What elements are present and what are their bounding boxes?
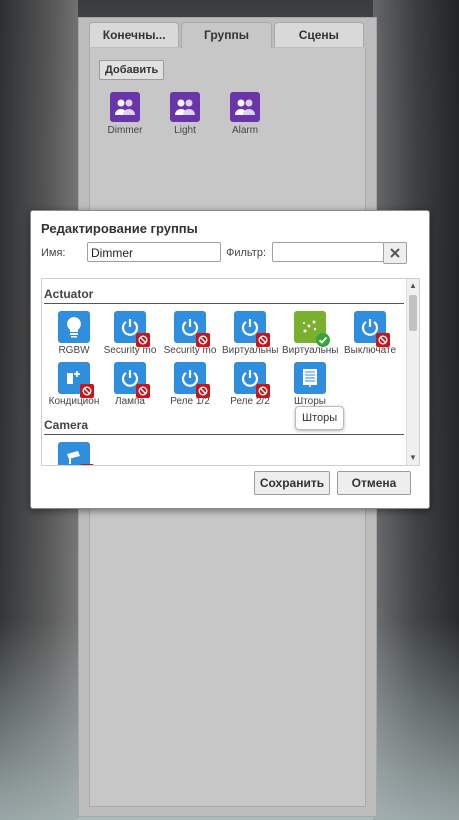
power-icon (354, 311, 390, 347)
blocked-icon (136, 384, 150, 398)
device-item-security-2[interactable]: Security mo (162, 311, 218, 356)
group-users-icon (110, 92, 140, 122)
add-group-button[interactable]: Добавить (99, 60, 165, 80)
power-icon (234, 362, 270, 398)
section-divider (44, 434, 404, 435)
tab-bar: Конечны... Группы Сцены (89, 22, 366, 49)
blocked-icon (80, 464, 94, 465)
group-label: Dimmer (107, 125, 143, 136)
device-label: Security mo (103, 345, 157, 356)
device-list[interactable]: Actuator RGBW Security mo Security mo Ви… (41, 278, 420, 466)
scroll-down-icon[interactable]: ▼ (409, 454, 417, 462)
sparkle-icon (294, 311, 330, 347)
section-divider (44, 303, 404, 304)
device-label: Выключате (343, 345, 397, 356)
camera-icon (58, 442, 94, 465)
section-title-camera: Camera (44, 418, 89, 432)
power-icon (174, 362, 210, 398)
scrollbar-thumb[interactable] (409, 295, 417, 331)
power-icon (174, 311, 210, 347)
save-button[interactable]: Сохранить (254, 471, 330, 495)
device-label: Реле 1/2 (170, 396, 210, 407)
device-item-conditioner[interactable]: Кондицион (46, 362, 102, 407)
device-item-camera[interactable] (46, 442, 102, 465)
cancel-button[interactable]: Отмена (337, 471, 411, 495)
blocked-icon (256, 333, 270, 347)
device-label: Кондицион (48, 396, 100, 407)
group-users-icon (170, 92, 200, 122)
bulb-icon (58, 311, 90, 343)
group-item-alarm[interactable]: Alarm (223, 92, 267, 136)
scroll-up-icon[interactable]: ▲ (409, 282, 417, 290)
blocked-icon (80, 384, 94, 398)
ac-icon (58, 362, 94, 398)
blocked-icon (136, 333, 150, 347)
device-item-security-1[interactable]: Security mo (102, 311, 158, 356)
close-icon (390, 248, 400, 258)
device-label: Виртуальны (282, 345, 338, 356)
group-label: Alarm (231, 125, 259, 136)
power-icon (114, 311, 150, 347)
device-item-lamp[interactable]: Лампа (102, 362, 158, 407)
device-item-rgbw[interactable]: RGBW (46, 311, 102, 356)
name-input[interactable]: Dimmer (87, 242, 221, 262)
tab-devices[interactable]: Конечны... (89, 22, 180, 47)
device-label: Виртуальны (222, 345, 278, 356)
device-item-switch[interactable]: Выключате (342, 311, 398, 356)
device-item-virtual-1[interactable]: Виртуальны (222, 311, 278, 356)
device-label: Security mo (163, 345, 217, 356)
device-label: Лампа (115, 396, 145, 407)
device-item-relay-2[interactable]: Реле 2/2 (222, 362, 278, 407)
group-users-icon (230, 92, 260, 122)
group-item-dimmer[interactable]: Dimmer (103, 92, 147, 136)
edit-group-dialog: Редактирование группы Имя: Dimmer Фильтр… (30, 210, 430, 509)
blocked-icon (256, 384, 270, 398)
blocked-icon (196, 333, 210, 347)
tab-scenes[interactable]: Сцены (273, 22, 364, 47)
name-label: Имя: (41, 247, 66, 259)
device-label: Реле 2/2 (230, 396, 270, 407)
group-label: Light (174, 125, 196, 136)
device-item-relay-1[interactable]: Реле 1/2 (162, 362, 218, 407)
blocked-icon (376, 333, 390, 347)
power-icon (234, 311, 270, 347)
group-item-light[interactable]: Light (163, 92, 207, 136)
blocked-icon (196, 384, 210, 398)
checkmark-icon (316, 333, 330, 347)
power-icon (114, 362, 150, 398)
device-item-virtual-2[interactable]: Виртуальны (282, 311, 338, 356)
tab-groups[interactable]: Группы (181, 22, 272, 49)
device-item-blinds[interactable]: Шторы (282, 362, 338, 407)
device-label: RGBW (58, 345, 90, 356)
tooltip: Шторы (295, 406, 345, 430)
clear-filter-button[interactable] (383, 242, 407, 264)
device-list-scrollbar[interactable]: ▲ ▼ (406, 279, 419, 465)
section-title-actuator: Actuator (44, 287, 94, 301)
blinds-icon (294, 362, 326, 394)
dialog-title: Редактирование группы (41, 221, 198, 236)
filter-label: Фильтр: (226, 247, 267, 259)
filter-input[interactable] (272, 242, 384, 262)
